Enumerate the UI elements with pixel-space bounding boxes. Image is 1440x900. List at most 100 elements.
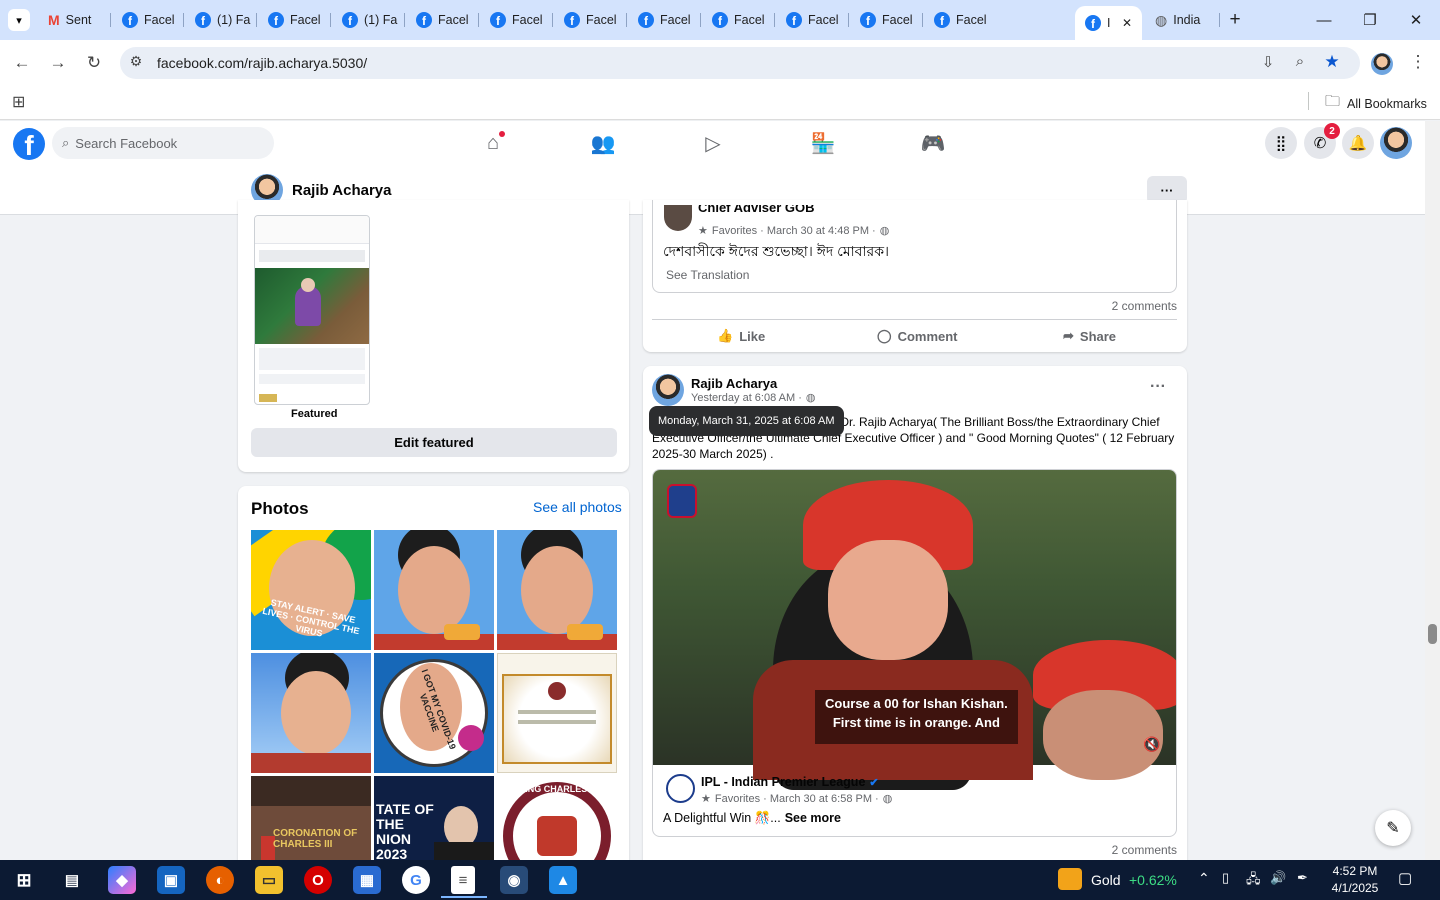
marketplace-nav-button[interactable]: 🏪 <box>811 131 836 155</box>
page-scrollbar[interactable] <box>1425 121 1440 860</box>
see-all-photos-link[interactable]: See all photos <box>533 499 622 515</box>
post1-comment-button[interactable]: ◯ Comment <box>877 328 958 344</box>
shared-author[interactable]: IPL - Indian Premier League <box>701 775 865 789</box>
clock[interactable]: 4:52 PM 4/1/2025 <box>1325 863 1385 897</box>
task-view-button[interactable]: ▤ <box>58 866 86 894</box>
bookmark-star-button[interactable]: ★ <box>1320 52 1344 72</box>
photo-7[interactable]: CORONATION OF CHARLES III <box>251 776 371 860</box>
post2-options-button[interactable]: ··· <box>1150 378 1166 396</box>
mute-button[interactable]: 🔇 <box>1143 736 1160 753</box>
browser-tab[interactable]: f (1) Fa <box>332 6 405 34</box>
notifications-button[interactable]: 🔔 <box>1342 127 1374 159</box>
profile-avatar[interactable] <box>1371 53 1393 75</box>
browser-tab[interactable]: f I ✕ <box>1075 6 1142 40</box>
browser-tab[interactable]: f Facel <box>776 6 849 34</box>
network-icon[interactable]: 🖧 <box>1246 870 1261 892</box>
new-message-button[interactable]: ✎ <box>1375 810 1411 846</box>
browser-tab[interactable]: f Facel <box>628 6 701 34</box>
video-player[interactable]: Course a 00 for Ishan Kishan. First time… <box>653 470 1176 790</box>
chevron-down-icon: ▾ <box>16 14 22 27</box>
see-more-link[interactable]: See more <box>785 811 841 826</box>
battery-icon[interactable]: ▯ <box>1222 870 1229 886</box>
show-hidden-icons-button[interactable]: ⌃ <box>1198 870 1210 887</box>
gaming-nav-button[interactable]: 🎮 <box>921 131 946 155</box>
restore-button[interactable]: ❐ <box>1350 8 1390 32</box>
firefox-button[interactable]: ◐ <box>206 866 234 894</box>
stock-name[interactable]: Gold <box>1091 872 1121 888</box>
url-text[interactable]: facebook.com/rajib.acharya.5030/ <box>157 55 367 71</box>
browser-tab[interactable]: f Facel <box>924 6 997 34</box>
friends-nav-button[interactable]: 👥 <box>591 131 616 155</box>
apps-button[interactable]: ⊞ <box>12 92 25 112</box>
photo-3[interactable] <box>497 530 617 650</box>
browser-tab[interactable]: f Facel <box>702 6 775 34</box>
opera-button[interactable]: O <box>304 866 332 894</box>
see-translation-link[interactable]: See Translation <box>666 268 749 282</box>
post1-share-button[interactable]: ➦ Share <box>1063 328 1116 344</box>
post1-meta[interactable]: Favorites · March 30 at 4:48 PM · <box>712 225 876 237</box>
chrome-button[interactable]: G <box>402 866 430 894</box>
post2-time[interactable]: Yesterday at 6:08 AM · <box>691 392 802 404</box>
minimize-button[interactable]: — <box>1304 8 1344 32</box>
menu-button[interactable]: ⋮ <box>1406 52 1430 72</box>
profile-name[interactable]: Rajib Acharya <box>292 182 392 199</box>
ipl-logo-avatar[interactable] <box>666 774 695 803</box>
site-info-button[interactable]: ⚙ <box>124 53 148 70</box>
app-button-2[interactable]: ◉ <box>500 866 528 894</box>
browser-tab[interactable]: f Facel <box>850 6 923 34</box>
post2-comments-count[interactable]: 2 comments <box>1080 843 1177 857</box>
shared-meta[interactable]: Favorites · March 30 at 6:58 PM · <box>715 793 879 805</box>
back-button[interactable]: ← <box>10 53 34 73</box>
browser-tab[interactable]: f Facel <box>258 6 331 34</box>
close-window-button[interactable]: ✕ <box>1396 8 1436 32</box>
edit-featured-button[interactable]: Edit featured <box>251 428 617 457</box>
post1-like-button[interactable]: 👍 Like <box>717 328 765 344</box>
close-tab-icon[interactable]: ✕ <box>1122 16 1132 30</box>
photo-4[interactable] <box>251 653 371 773</box>
browser-tab[interactable]: f Facel <box>554 6 627 34</box>
post2-author-avatar[interactable] <box>652 374 684 406</box>
store-button[interactable]: ▦ <box>353 866 381 894</box>
photo-9[interactable]: KING CHARLES III <box>497 776 617 860</box>
stock-change[interactable]: +0.62% <box>1129 872 1177 888</box>
start-button[interactable]: ⊞ <box>10 866 38 894</box>
account-avatar[interactable] <box>1380 127 1412 159</box>
zoom-button[interactable]: ⌕ <box>1288 53 1312 70</box>
photo-1[interactable]: STAY ALERT · SAVE LIVES · CONTROL THE VI… <box>251 530 371 650</box>
photo-5[interactable]: I GOT MY COVID-19 VACCINE <box>374 653 494 773</box>
new-tab-button[interactable]: + <box>1224 9 1246 31</box>
photo-6[interactable] <box>497 653 617 773</box>
photo-2[interactable] <box>374 530 494 650</box>
post1-comments-count[interactable]: 2 comments <box>1080 299 1177 313</box>
tab-label: Sent <box>65 13 92 27</box>
notepad-button[interactable]: ≡ <box>451 866 475 894</box>
browser-tab[interactable]: M Sent <box>38 6 111 34</box>
photos-app-button[interactable]: ▲ <box>549 866 577 894</box>
install-app-button[interactable]: ⇩ <box>1256 53 1280 71</box>
post1-author[interactable]: Chief Adviser GOB <box>698 205 815 219</box>
menu-grid-button[interactable]: ⣿ <box>1265 127 1297 159</box>
file-explorer-button[interactable]: ▭ <box>255 866 283 894</box>
forward-button[interactable]: → <box>46 53 70 73</box>
video-nav-button[interactable]: ▷ <box>701 131 725 155</box>
browser-tab[interactable]: f (1) Fa <box>185 6 257 34</box>
facebook-logo-icon[interactable]: f <box>13 128 45 160</box>
post2-author[interactable]: Rajib Acharya <box>691 376 777 391</box>
copilot-button[interactable]: ◆ <box>108 866 136 894</box>
scrollbar-thumb[interactable] <box>1428 624 1437 644</box>
photo-8[interactable]: TATE OF THE NION 2023 <box>374 776 494 860</box>
notification-center-button[interactable]: ▢ <box>1398 869 1412 887</box>
browser-tab[interactable]: f Facel <box>480 6 553 34</box>
all-bookmarks-button[interactable]: 🗀 All Bookmarks <box>1325 91 1427 116</box>
browser-tab[interactable]: ◍ India <box>1145 6 1220 34</box>
browser-tab[interactable]: f Facel <box>112 6 184 34</box>
volume-icon[interactable]: 🔊 <box>1270 870 1286 886</box>
tab-search-button[interactable]: ▾ <box>8 9 30 31</box>
pen-icon[interactable]: ✒ <box>1297 870 1308 886</box>
featured-thumbnail[interactable] <box>254 215 370 405</box>
search-input[interactable]: ⌕ Search Facebook <box>52 127 274 159</box>
browser-tab[interactable]: f Facel <box>406 6 479 34</box>
facebook-icon: f <box>786 12 802 28</box>
reload-button[interactable]: ↻ <box>82 53 106 73</box>
app-button-1[interactable]: ▣ <box>157 866 185 894</box>
